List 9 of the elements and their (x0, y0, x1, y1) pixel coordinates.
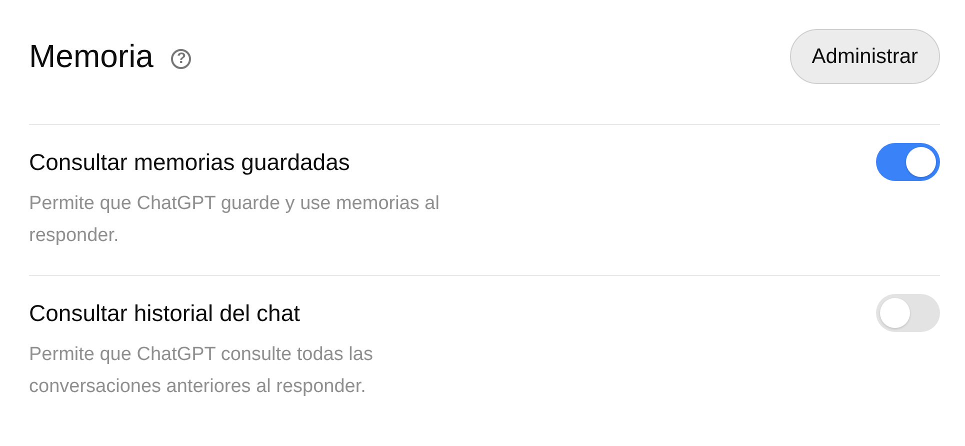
setting-description: Permite que ChatGPT consulte todas las conversaciones anteriores al responder. (29, 343, 374, 399)
setting-description: Permite que ChatGPT guarde y use memorias al responder. (29, 192, 440, 248)
toggle-switch[interactable] (876, 294, 940, 332)
manage-button[interactable]: Administrar (790, 29, 940, 84)
setting-label: Consultar memorias guardadas (29, 148, 351, 177)
toggle-switch[interactable] (876, 143, 940, 181)
help-icon[interactable]: ? (171, 48, 192, 68)
setting-label: Consultar historial del chat (29, 299, 302, 328)
section-title: Memoria (29, 38, 154, 75)
